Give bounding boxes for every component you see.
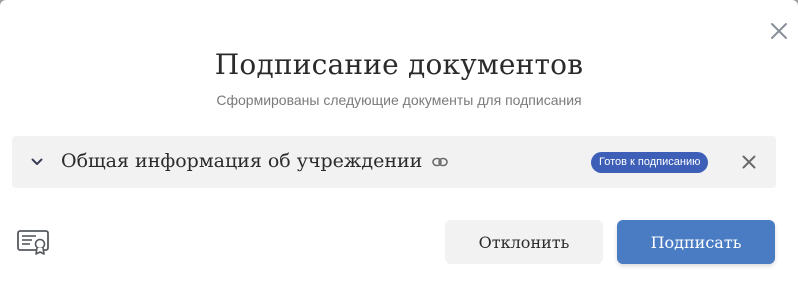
status-badge: Готов к подписанию: [591, 152, 709, 173]
link-icon: [432, 157, 448, 167]
chevron-down-icon: [31, 158, 43, 165]
expand-document-button[interactable]: [30, 155, 44, 169]
remove-document-button[interactable]: [739, 152, 759, 172]
dialog-close-button[interactable]: [768, 20, 790, 42]
close-icon: [771, 23, 787, 39]
close-icon: [742, 155, 756, 169]
document-name: Общая информация об учреждении: [61, 150, 423, 172]
document-link-button[interactable]: [431, 154, 449, 170]
document-row: Общая информация об учреждении Готов к п…: [12, 136, 776, 188]
dialog-title: Подписание документов: [214, 48, 584, 81]
decline-button[interactable]: Отклонить: [445, 220, 603, 264]
sign-button[interactable]: Подписать: [617, 220, 775, 264]
certificate-icon: [17, 230, 49, 255]
certificate-button[interactable]: [16, 228, 50, 256]
dialog-subtitle: Сформированы следующие документы для под…: [216, 92, 582, 108]
sign-documents-dialog: Подписание документов Сформированы следу…: [0, 0, 798, 306]
